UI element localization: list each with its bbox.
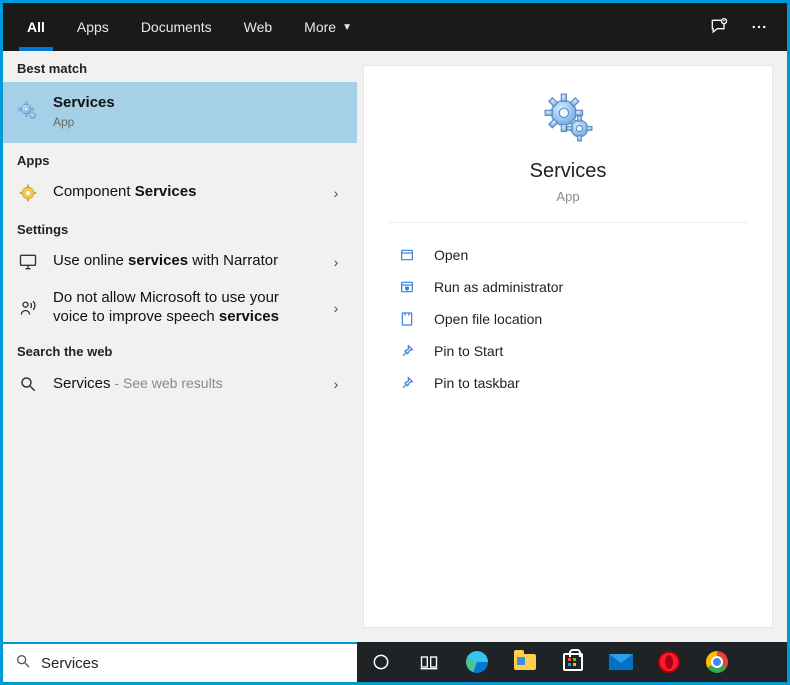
search-input[interactable] (41, 655, 345, 672)
chevron-right-icon: › (329, 254, 343, 270)
admin-shield-icon (398, 279, 416, 295)
monitor-icon (17, 251, 39, 273)
taskbar-store-icon[interactable] (549, 642, 597, 682)
taskbar-mail-icon[interactable] (597, 642, 645, 682)
tab-documents[interactable]: Documents (125, 3, 228, 51)
result-title: Services (53, 94, 115, 111)
chevron-right-icon: › (329, 300, 343, 316)
more-options-icon[interactable] (739, 3, 779, 51)
chevron-right-icon: › (329, 376, 343, 392)
pin-icon (398, 343, 416, 359)
feedback-icon[interactable] (699, 3, 739, 51)
taskbar (357, 642, 787, 682)
chevron-right-icon: › (329, 185, 343, 201)
group-apps: Apps (3, 143, 357, 174)
action-run-as-admin[interactable]: Run as administrator (398, 271, 738, 303)
pin-icon (398, 375, 416, 391)
result-narrator-services[interactable]: Use online services with Narrator › (3, 243, 357, 281)
taskbar-taskview-icon[interactable] (405, 642, 453, 682)
tab-web[interactable]: Web (228, 3, 289, 51)
detail-title: Services (530, 160, 607, 183)
action-open[interactable]: Open (398, 239, 738, 271)
search-filter-tabs: All Apps Documents Web More▼ (3, 3, 787, 51)
tab-more[interactable]: More▼ (288, 3, 368, 51)
folder-location-icon (398, 311, 416, 327)
chevron-down-icon: ▼ (342, 22, 352, 33)
search-icon (15, 653, 31, 674)
taskbar-cortana-icon[interactable] (357, 642, 405, 682)
services-gear-icon (17, 100, 39, 122)
detail-pane: Services App Open Run as administrator O… (357, 51, 787, 642)
result-services-app[interactable]: Services App (3, 82, 357, 143)
group-best-match: Best match (3, 51, 357, 82)
results-list: Best match Services App Apps Component (3, 51, 357, 642)
tab-apps[interactable]: Apps (61, 3, 125, 51)
detail-subtitle: App (556, 189, 579, 204)
tab-all[interactable]: All (11, 3, 61, 51)
taskbar-opera-icon[interactable] (645, 642, 693, 682)
services-gear-icon-large (543, 92, 593, 142)
action-open-location[interactable]: Open file location (398, 303, 738, 335)
speech-icon (17, 297, 39, 319)
search-box[interactable] (3, 642, 357, 682)
group-search-web: Search the web (3, 334, 357, 365)
action-pin-start[interactable]: Pin to Start (398, 335, 738, 367)
action-pin-taskbar[interactable]: Pin to taskbar (398, 367, 738, 399)
group-settings: Settings (3, 212, 357, 243)
taskbar-edge-icon[interactable] (453, 642, 501, 682)
search-icon (17, 373, 39, 395)
result-component-services[interactable]: Component Services › (3, 174, 357, 212)
taskbar-explorer-icon[interactable] (501, 642, 549, 682)
result-web-services[interactable]: Services - See web results › (3, 365, 357, 403)
component-services-icon (17, 182, 39, 204)
open-icon (398, 247, 416, 263)
result-voice-services[interactable]: Do not allow Microsoft to use your voice… (3, 281, 357, 335)
result-subtitle: App (53, 115, 343, 129)
taskbar-chrome-icon[interactable] (693, 642, 741, 682)
